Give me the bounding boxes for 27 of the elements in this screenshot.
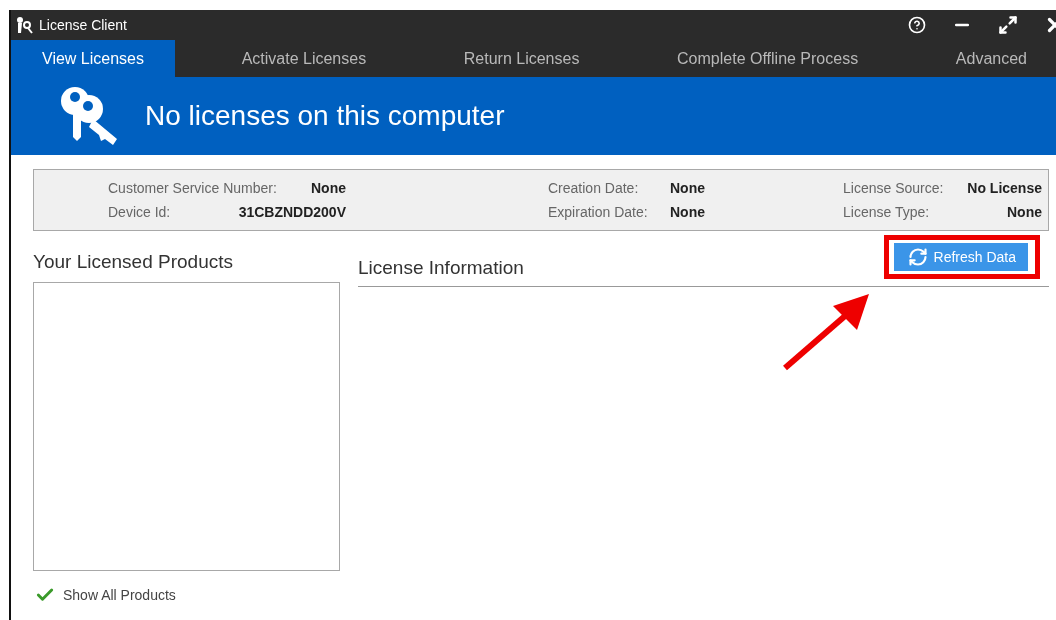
field-value: No License (967, 180, 1042, 196)
field-label: License Type: (843, 204, 930, 220)
field-label: Customer Service Number: (108, 180, 277, 196)
field-label: Expiration Date: (548, 204, 649, 220)
field-value: None (670, 204, 705, 220)
field-value: None (670, 180, 705, 196)
field-label: Device Id: (108, 204, 171, 220)
field-label: Creation Date: (548, 180, 640, 196)
maximize-icon[interactable] (998, 15, 1018, 35)
section-heading: License Information (358, 257, 524, 279)
checkbox-label[interactable]: Show All Products (63, 587, 176, 603)
header-message: No licenses on this computer (145, 100, 505, 132)
tab[interactable]: Complete Offline Process (646, 40, 890, 77)
tab[interactable]: Advanced (924, 40, 1056, 77)
section-heading: Your Licensed Products (33, 251, 234, 273)
help-icon[interactable] (908, 16, 926, 34)
field-value: None (1007, 204, 1042, 220)
field-value: 31CBZNDD200V (238, 204, 346, 220)
tab[interactable]: Return Licenses (432, 40, 611, 77)
refresh-icon (907, 247, 928, 267)
field-value: None (311, 180, 346, 196)
window-title: License Client (39, 17, 128, 33)
tab[interactable]: View Licenses (11, 40, 175, 77)
keys-icon (59, 85, 119, 147)
app-icon (15, 16, 33, 34)
tab[interactable]: Activate Licenses (210, 40, 398, 77)
field-label: License Source: (843, 180, 944, 196)
